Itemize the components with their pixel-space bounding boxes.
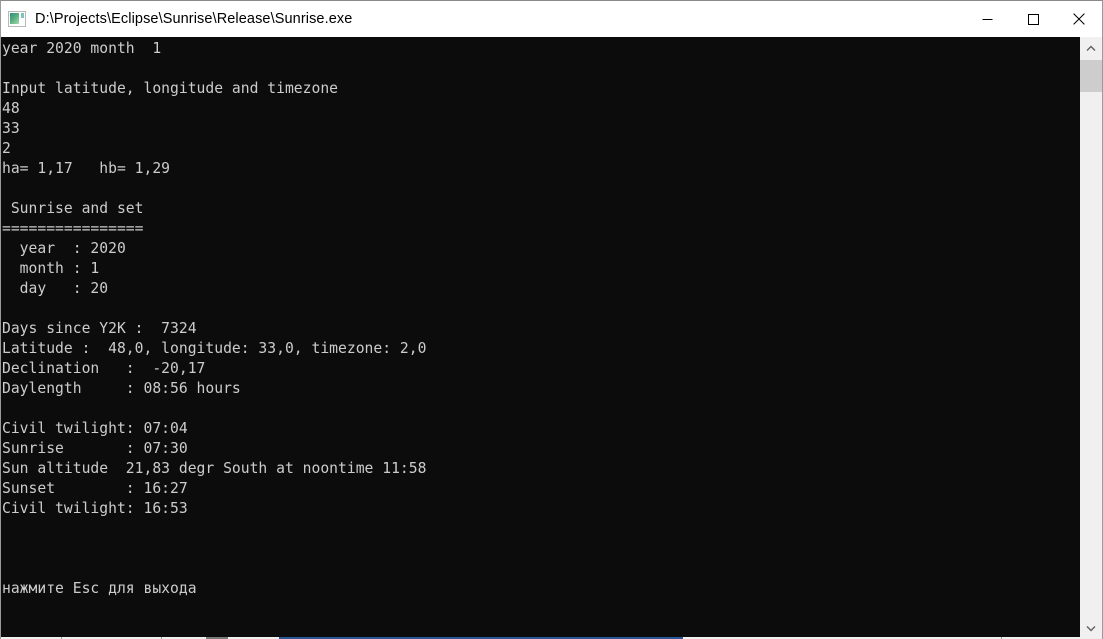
console-output-area[interactable]: year 2020 month 1 Input latitude, longit… xyxy=(1,37,1102,639)
chevron-down-icon xyxy=(1086,625,1096,631)
close-button[interactable] xyxy=(1056,1,1102,37)
maximize-icon xyxy=(1027,13,1039,25)
maximize-button[interactable] xyxy=(1010,1,1056,37)
close-icon xyxy=(1073,13,1085,25)
title-bar[interactable]: D:\Projects\Eclipse\Sunrise\Release\Sunr… xyxy=(1,1,1102,37)
minimize-icon xyxy=(982,18,992,20)
scroll-up-button[interactable] xyxy=(1080,37,1102,59)
vertical-scrollbar[interactable] xyxy=(1079,37,1102,639)
console-text: year 2020 month 1 Input latitude, longit… xyxy=(2,40,427,597)
console-app-icon xyxy=(8,11,26,27)
window-controls xyxy=(964,1,1102,37)
title-bar-left: D:\Projects\Eclipse\Sunrise\Release\Sunr… xyxy=(1,11,964,27)
minimize-button[interactable] xyxy=(964,1,1010,37)
chevron-up-icon xyxy=(1086,45,1096,51)
scroll-down-button[interactable] xyxy=(1080,617,1102,639)
console-window: D:\Projects\Eclipse\Sunrise\Release\Sunr… xyxy=(0,0,1103,639)
window-title: D:\Projects\Eclipse\Sunrise\Release\Sunr… xyxy=(35,11,353,27)
scroll-thumb[interactable] xyxy=(1080,60,1102,92)
